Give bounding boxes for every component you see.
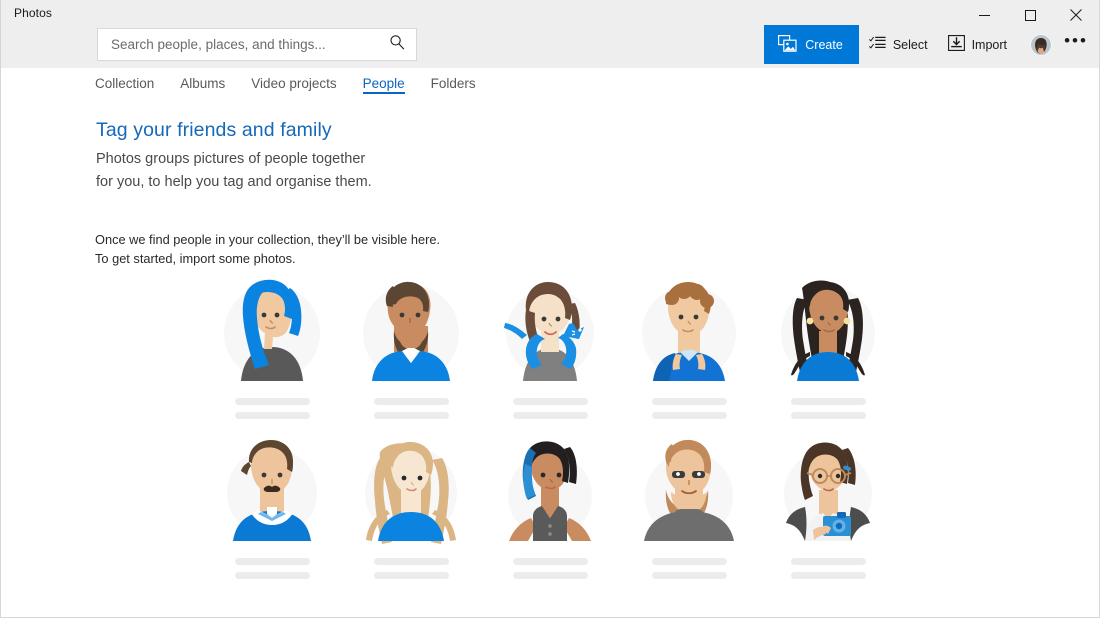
name-placeholder-bars <box>235 558 310 586</box>
name-placeholder-bars <box>652 398 727 426</box>
person-placeholder-1 <box>203 274 342 434</box>
search-input[interactable] <box>98 29 378 60</box>
navigation-bar: Collection Albums Video projects People … <box>1 68 1099 104</box>
page-hint-line-1: Once we find people in your collection, … <box>95 230 515 249</box>
woman-holding-blue-cat-illustration <box>489 274 611 392</box>
person-placeholder-8 <box>481 434 620 594</box>
person-placeholder-3 <box>481 274 620 434</box>
placeholder-bar <box>791 412 866 419</box>
nav-tabs: Collection Albums Video projects People … <box>95 76 502 94</box>
moustache-man-blue-top-illustration <box>211 434 333 552</box>
name-placeholder-bars <box>513 398 588 426</box>
tab-folders[interactable]: Folders <box>431 76 493 94</box>
person-placeholder-6 <box>203 434 342 594</box>
placeholder-bar <box>652 558 727 565</box>
ginger-beard-man-grey-shirt-illustration <box>628 434 750 552</box>
name-placeholder-bars <box>235 398 310 426</box>
placeholder-bar <box>374 412 449 419</box>
placeholder-bar <box>791 398 866 405</box>
name-placeholder-bars <box>652 558 727 586</box>
create-button[interactable]: Create <box>764 25 859 64</box>
name-placeholder-bars <box>791 398 866 426</box>
name-placeholder-bars <box>513 558 588 586</box>
app-title: Photos <box>14 6 52 20</box>
person-placeholder-9 <box>620 434 759 594</box>
placeholder-bar <box>791 572 866 579</box>
placeholder-bar <box>652 572 727 579</box>
page-hint: Once we find people in your collection, … <box>95 230 515 268</box>
tab-collection-label: Collection <box>95 76 154 91</box>
search-box[interactable] <box>97 28 417 61</box>
checklist-icon <box>869 36 886 53</box>
person-placeholder-7 <box>342 434 481 594</box>
placeholder-bar <box>652 412 727 419</box>
long-dark-hair-woman-blue-top-illustration <box>767 274 889 392</box>
maximize-icon <box>1025 10 1036 21</box>
create-button-label: Create <box>805 38 843 52</box>
tab-video-projects[interactable]: Video projects <box>251 76 353 94</box>
woman-blue-hijab-grey-top-illustration <box>211 274 333 392</box>
curly-hair-person-blue-top-illustration <box>628 274 750 392</box>
name-placeholder-bars <box>374 398 449 426</box>
tab-active-underline <box>363 92 405 94</box>
photos-app-window: Photos <box>0 0 1100 618</box>
glasses-woman-with-camera-illustration <box>767 434 889 552</box>
placeholder-bar <box>374 558 449 565</box>
page-subtitle: Photos groups pictures of people togethe… <box>96 148 386 193</box>
create-photo-icon <box>778 35 797 55</box>
tab-folders-label: Folders <box>431 76 476 91</box>
import-button[interactable]: Import <box>938 25 1017 64</box>
name-placeholder-bars <box>791 558 866 586</box>
page-hint-line-2: To get started, import some photos. <box>95 249 515 268</box>
placeholder-bar <box>513 572 588 579</box>
minimize-icon <box>979 10 990 21</box>
placeholder-bar <box>791 558 866 565</box>
import-tray-icon <box>948 35 965 54</box>
person-placeholder-2 <box>342 274 481 434</box>
name-placeholder-bars <box>374 558 449 586</box>
close-icon <box>1070 9 1082 21</box>
placeholder-bar <box>652 398 727 405</box>
person-placeholder-5 <box>759 274 898 434</box>
placeholder-bar <box>235 572 310 579</box>
title-bar: Photos <box>1 0 1099 68</box>
tab-albums[interactable]: Albums <box>180 76 242 94</box>
avatar[interactable] <box>1030 34 1052 56</box>
tab-people[interactable]: People <box>363 76 422 94</box>
search-icon <box>389 34 405 55</box>
more-options-button[interactable]: ••• <box>1061 25 1091 64</box>
placeholder-bar <box>513 412 588 419</box>
command-bar: Create Select <box>764 25 1091 64</box>
placeholder-bar <box>374 572 449 579</box>
person-placeholder-4 <box>620 274 759 434</box>
placeholder-bar <box>513 398 588 405</box>
placeholder-bar <box>235 412 310 419</box>
placeholder-bar <box>235 558 310 565</box>
blonde-woman-blue-top-illustration <box>350 434 472 552</box>
placeholder-bar <box>235 398 310 405</box>
import-button-label: Import <box>972 38 1007 52</box>
more-options-icon: ••• <box>1064 31 1088 51</box>
person-placeholder-10 <box>759 434 898 594</box>
tab-albums-label: Albums <box>180 76 225 91</box>
select-button-label: Select <box>893 38 928 52</box>
tab-video-projects-label: Video projects <box>251 76 336 91</box>
placeholder-bar <box>513 558 588 565</box>
tab-collection[interactable]: Collection <box>95 76 171 94</box>
blue-bob-woman-grey-vest-illustration <box>489 434 611 552</box>
placeholder-bar <box>374 398 449 405</box>
people-placeholder-grid <box>203 274 898 594</box>
people-empty-state: Tag your friends and family Photos group… <box>1 104 1099 617</box>
account-avatar-icon <box>1030 34 1052 56</box>
page-title: Tag your friends and family <box>96 119 332 142</box>
tab-people-label: People <box>363 76 405 91</box>
search-button[interactable] <box>378 29 416 60</box>
select-button[interactable]: Select <box>859 25 938 64</box>
bearded-man-blue-sweater-illustration <box>350 274 472 392</box>
